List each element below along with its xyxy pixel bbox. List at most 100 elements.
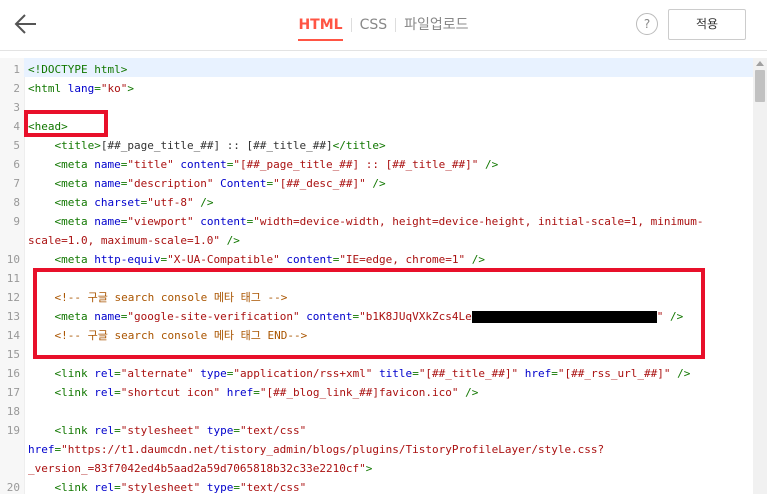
code-token: <link	[54, 367, 95, 380]
code-text: <meta http-equiv="X-UA-Compatible" conte…	[28, 250, 486, 269]
line-number: 6	[13, 158, 20, 171]
code-line[interactable]: 10 <meta http-equiv="X-UA-Compatible" co…	[0, 250, 753, 269]
code-token: />	[220, 234, 240, 247]
line-number: 20	[6, 481, 20, 494]
code-token: "text/css"	[239, 424, 307, 437]
code-text: <meta name="viewport" content="width=dev…	[28, 212, 704, 231]
code-line[interactable]: 5 <title>[##_page_title_##] :: [##_title…	[0, 136, 753, 155]
code-token: =	[233, 481, 240, 494]
code-token: "title"	[127, 158, 174, 171]
tab-divider	[395, 18, 397, 32]
code-text: <meta name="title" content="[##_page_tit…	[28, 155, 499, 174]
line-number: 9	[13, 215, 20, 228]
code-line[interactable]: 1 <!DOCTYPE html>	[0, 60, 753, 79]
tab-divider	[350, 18, 352, 32]
code-token: =	[114, 386, 121, 399]
code-token: "text/css"	[239, 481, 307, 494]
code-line[interactable]: 3	[0, 98, 753, 117]
code-text: <html lang="ko">	[28, 79, 134, 98]
line-number: 18	[6, 405, 20, 418]
apply-button[interactable]: 적용	[668, 9, 746, 40]
code-token: [##_page_title_##] :: [##_title_##]	[100, 139, 333, 152]
code-token: >	[127, 82, 134, 95]
code-token: "utf-8"	[147, 196, 194, 209]
code-line[interactable]: scale=1.0, maximum-scale=1.0" />	[0, 231, 753, 250]
scroll-thumb[interactable]	[755, 70, 765, 102]
code-token: "shortcut icon"	[120, 386, 221, 399]
code-text: <link rel="stylesheet" type="text/css"	[28, 421, 307, 440]
line-number: 1	[13, 63, 20, 76]
help-button[interactable]: ?	[636, 13, 658, 35]
scroll-up-arrow[interactable]	[756, 61, 764, 66]
line-number: 4	[13, 120, 20, 133]
code-token: content	[200, 215, 247, 228]
code-text: <link rel="shortcut icon" href="[##_blog…	[28, 383, 479, 402]
code-text: <title>[##_page_title_##] :: [##_title_#…	[28, 136, 386, 155]
code-token: />	[465, 253, 486, 266]
code-token: <title>	[54, 139, 101, 152]
code-token: type	[206, 424, 234, 437]
code-token: "[##_blog_link_##]favicon.ico"	[259, 386, 459, 399]
code-token: content	[286, 253, 333, 266]
code-line[interactable]: 20 <link rel="stylesheet" type="text/css…	[0, 478, 753, 494]
line-number: 10	[6, 253, 20, 266]
tab-css[interactable]: CSS	[360, 0, 388, 50]
code-token: <meta	[54, 253, 95, 266]
code-line[interactable]: 19 <link rel="stylesheet" type="text/css…	[0, 421, 753, 440]
line-number: 19	[6, 424, 20, 437]
editor-scrollbar[interactable]	[753, 58, 767, 494]
code-token: _version_=83f7042ed4b5aad2a59d7065818b32…	[28, 462, 366, 475]
code-token: =	[114, 367, 121, 380]
line-number: 11	[6, 272, 20, 285]
code-token: </title>	[332, 139, 386, 152]
code-line[interactable]: _version_=83f7042ed4b5aad2a59d7065818b32…	[0, 459, 753, 478]
code-token: =	[412, 367, 419, 380]
tab-file-upload[interactable]: 파일업로드	[404, 0, 468, 50]
code-line[interactable]: 18	[0, 402, 753, 421]
code-line[interactable]: 9 <meta name="viewport" content="width=d…	[0, 212, 753, 231]
code-token: <link	[54, 386, 95, 399]
code-token: rel	[94, 367, 115, 380]
code-line[interactable]: 2 <html lang="ko">	[0, 79, 753, 98]
code-token: href	[226, 386, 254, 399]
code-token: Content	[220, 177, 267, 190]
code-token: "viewport"	[127, 215, 194, 228]
code-line[interactable]: 16 <link rel="alternate" type="applicati…	[0, 364, 753, 383]
code-token: href	[524, 367, 552, 380]
tab-html[interactable]: HTML	[298, 0, 343, 50]
code-line[interactable]: 4 <head>	[0, 117, 753, 136]
code-token: name	[94, 215, 121, 228]
code-token: <meta	[54, 177, 95, 190]
code-token: "[##_rss_url_##]"	[557, 367, 671, 380]
code-token: "[##_title_##]"	[418, 367, 519, 380]
code-token: "description"	[127, 177, 214, 190]
code-text: scale=1.0, maximum-scale=1.0" />	[28, 231, 240, 250]
code-token: />	[670, 367, 691, 380]
code-token: lang	[67, 82, 95, 95]
code-text: <link rel="stylesheet" type="text/css"	[28, 478, 307, 494]
code-line[interactable]: 17 <link rel="shortcut icon" href="[##_b…	[0, 383, 753, 402]
code-line[interactable]: 7 <meta name="description" Content="[##_…	[0, 174, 753, 193]
code-token: <html	[28, 82, 68, 95]
code-token: http-equiv	[94, 253, 161, 266]
code-token: title	[379, 367, 413, 380]
code-text: <meta charset="utf-8" />	[28, 193, 214, 212]
line-number: 17	[6, 386, 20, 399]
code-line[interactable]: 8 <meta charset="utf-8" />	[0, 193, 753, 212]
line-number: 14	[6, 329, 20, 342]
code-token: name	[94, 158, 121, 171]
code-line[interactable]: href="https://t1.daumcdn.net/tistory_adm…	[0, 440, 753, 459]
code-token: scale=1.0, maximum-scale=1.0"	[28, 234, 221, 247]
code-text: <link rel="alternate" type="application/…	[28, 364, 691, 383]
code-token: "alternate"	[120, 367, 194, 380]
code-line[interactable]: 6 <meta name="title" content="[##_page_t…	[0, 155, 753, 174]
